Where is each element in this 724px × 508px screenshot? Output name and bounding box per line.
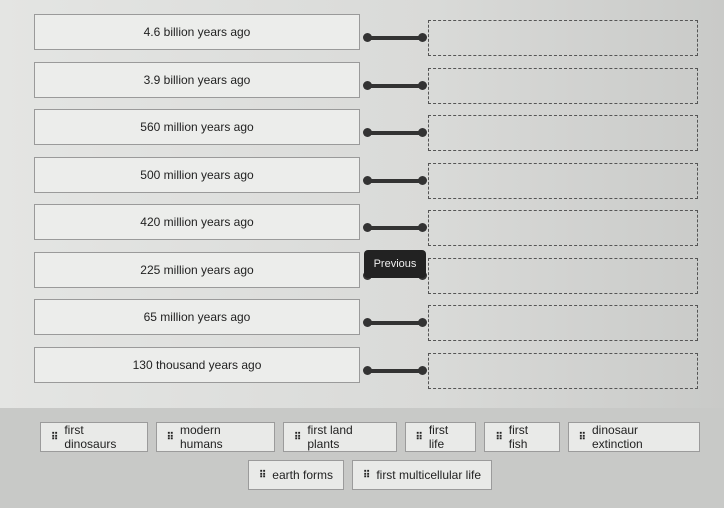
date-label: 420 million years ago <box>34 204 360 240</box>
chip-label: modern humans <box>179 423 223 451</box>
chip-label: earth forms <box>272 468 333 482</box>
connector-line <box>363 318 427 327</box>
draggable-answer-chip[interactable]: ⠿ modern humans <box>155 422 275 452</box>
connector-line <box>363 80 427 90</box>
drop-zone[interactable] <box>428 115 698 151</box>
drop-zone[interactable] <box>428 20 698 56</box>
date-label: 130 thousand years ago <box>34 346 360 383</box>
timeline-row: 225 million years ago <box>0 251 724 296</box>
date-label: 225 million years ago <box>34 251 360 288</box>
answer-bank-row: ⠿ earth forms ⠿ first multicellular life <box>40 460 700 490</box>
drop-zone[interactable] <box>428 67 698 104</box>
timeline-row: 420 million years ago <box>0 204 724 248</box>
date-label: 500 million years ago <box>34 156 360 193</box>
timeline-row: 130 thousand years ago <box>0 346 724 391</box>
chip-label: first dinosaurs <box>64 423 117 451</box>
connector-line <box>363 175 427 185</box>
drop-zone[interactable] <box>428 305 698 341</box>
drop-zone[interactable] <box>428 162 698 199</box>
drag-handle-icon: ⠿ <box>294 431 301 443</box>
answer-bank-row: ⠿ first dinosaurs ⠿ modern humans ⠿ first lan… <box>40 422 700 452</box>
answer-bank: ⠿ first dinosaurs ⠿ modern humans ⠿ first lan… <box>0 408 724 508</box>
connector-line <box>363 223 427 232</box>
drop-zone[interactable] <box>428 352 698 389</box>
draggable-answer-chip[interactable]: ⠿ dinosaur extinction <box>567 422 700 452</box>
connector-line <box>363 365 427 375</box>
draggable-answer-chip[interactable]: ⠿ first land plants <box>283 422 397 452</box>
drag-handle-icon: ⠿ <box>415 431 423 443</box>
drag-handle-icon: ⠿ <box>166 431 174 443</box>
timeline-row: 3.9 billion years ago <box>0 61 724 106</box>
draggable-answer-chip[interactable]: ⠿ first fish <box>484 422 560 452</box>
draggable-answer-chip[interactable]: ⠿ earth forms <box>247 460 344 490</box>
date-label: 65 million years ago <box>34 299 360 335</box>
chip-label: first multicellular life <box>376 468 482 482</box>
draggable-answer-chip[interactable]: ⠿ first dinosaurs <box>40 422 148 452</box>
timeline-row: 4.6 billion years ago <box>0 14 724 58</box>
drag-handle-icon: ⠿ <box>495 431 502 443</box>
drop-zone[interactable] <box>428 210 698 246</box>
timeline-row: 560 million years ago <box>0 109 724 153</box>
connector-line <box>363 33 427 42</box>
draggable-answer-chip[interactable]: ⠿ first life <box>404 422 477 452</box>
chip-label: first fish <box>508 423 529 451</box>
drag-handle-icon: ⠿ <box>362 469 370 481</box>
timeline-row: 500 million years ago <box>0 156 724 201</box>
previous-tooltip[interactable]: Previous <box>364 250 426 278</box>
date-label: 3.9 billion years ago <box>34 61 360 98</box>
drag-handle-icon: ⠿ <box>258 469 266 481</box>
chip-label: dinosaur extinction <box>592 423 643 451</box>
timeline-row: 65 million years ago <box>0 299 724 343</box>
date-label: 4.6 billion years ago <box>34 14 360 50</box>
draggable-answer-chip[interactable]: ⠿ first multicellular life <box>351 460 493 490</box>
drag-handle-icon: ⠿ <box>578 431 586 443</box>
date-label: 560 million years ago <box>34 109 360 145</box>
connector-line <box>363 128 427 137</box>
chip-label: first life <box>428 423 449 451</box>
chip-label: first land plants <box>307 423 353 451</box>
drag-handle-icon: ⠿ <box>51 431 58 443</box>
drop-zone[interactable] <box>428 257 698 294</box>
